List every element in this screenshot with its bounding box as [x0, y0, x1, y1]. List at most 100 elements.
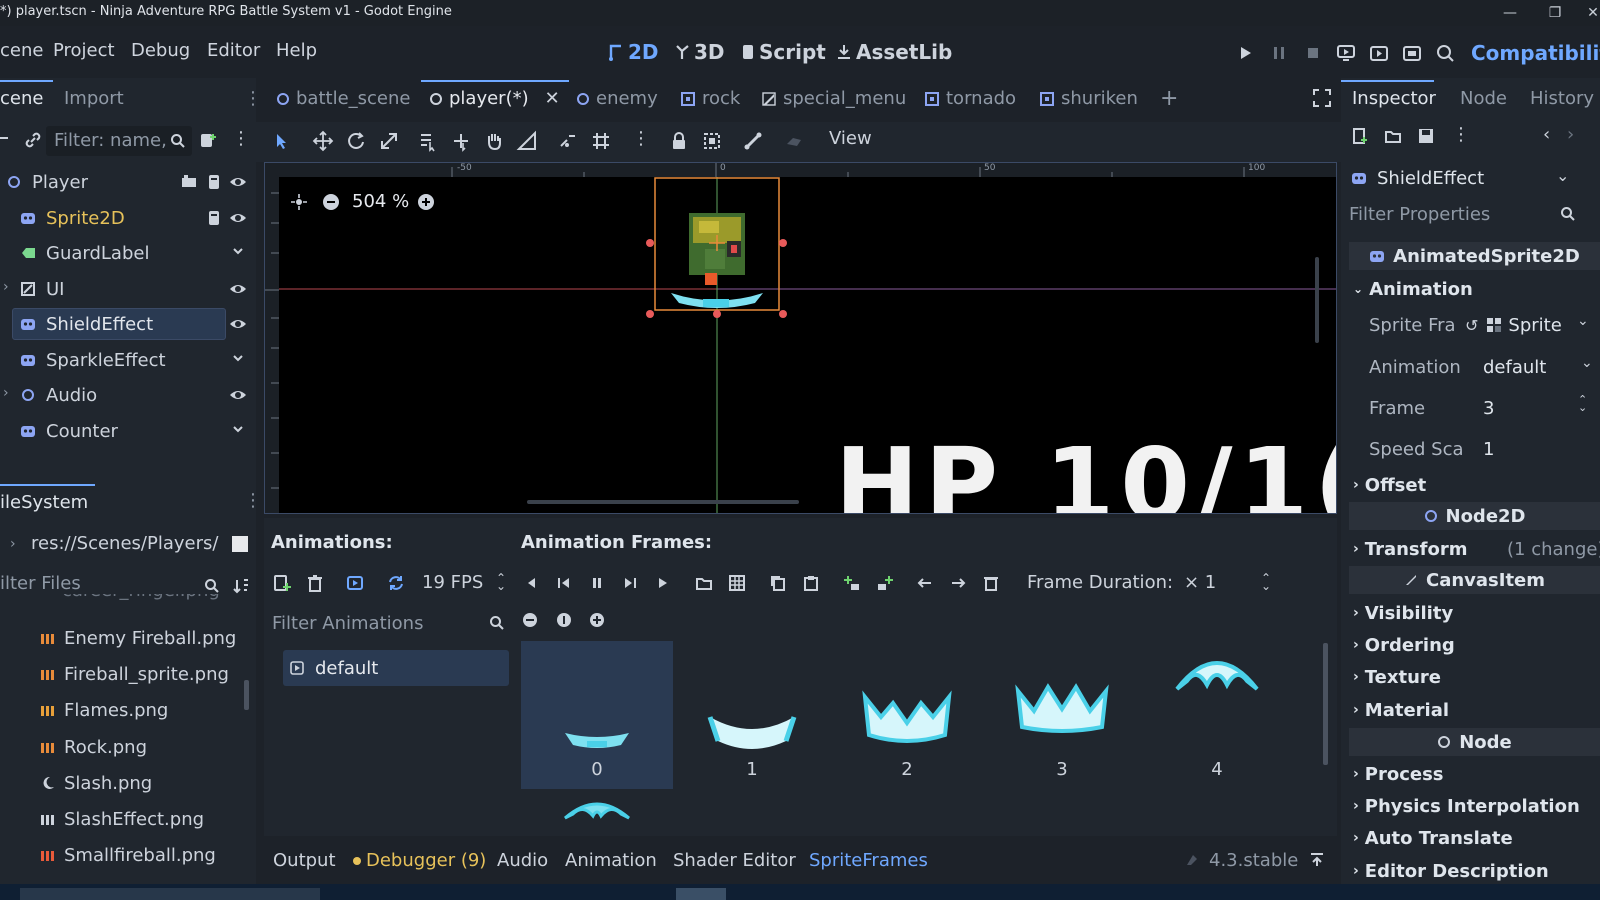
menu-debug[interactable]: Debug	[131, 40, 190, 61]
visibility-eye-icon[interactable]	[229, 315, 247, 333]
file-item[interactable]: Smallfireball.png	[0, 837, 256, 873]
lock-icon[interactable]	[668, 130, 690, 152]
restore-icon[interactable]: ❐	[1545, 3, 1565, 23]
group-icon[interactable]	[701, 130, 723, 152]
inspector-group[interactable]: › Visibility	[1349, 598, 1600, 628]
pause-icon[interactable]	[1268, 42, 1290, 64]
frames-zoom-in-icon[interactable]	[589, 612, 605, 628]
prop-speed-scale[interactable]: Speed Scale 1	[1349, 429, 1600, 469]
frame-cell-5[interactable]	[521, 796, 673, 836]
distraction-free-icon[interactable]	[1312, 88, 1332, 108]
delete-frame-icon[interactable]	[982, 574, 1000, 592]
tree-row[interactable]: › Audio	[0, 377, 256, 413]
autoplay-icon[interactable]	[345, 573, 365, 593]
inspector-group[interactable]: › Editor Description	[1349, 856, 1600, 886]
history-back-icon[interactable]: ‹	[1543, 124, 1550, 145]
scene-tab[interactable]: enemy	[576, 88, 658, 109]
zoom-level[interactable]: 504 %	[352, 191, 409, 212]
group-transform[interactable]: › Transform (1 change)	[1349, 534, 1600, 564]
frame-duration-field[interactable]: × 1	[1184, 572, 1216, 593]
taskbar-indicator[interactable]	[676, 888, 726, 900]
group-animation[interactable]: ⌄ Animation	[1349, 274, 1600, 304]
workspace-3d-button[interactable]: 3D	[674, 40, 725, 64]
select-tool-icon[interactable]	[271, 130, 293, 152]
close-window-icon[interactable]: ✕	[1583, 3, 1600, 23]
grid-snap-icon[interactable]	[590, 130, 612, 152]
move-tool-icon[interactable]	[312, 130, 334, 152]
path-chevron-icon[interactable]: ›	[10, 536, 16, 552]
animation-item-default[interactable]: default	[283, 650, 509, 686]
minimize-icon[interactable]: —	[1500, 3, 1520, 23]
zoom-in-icon[interactable]	[417, 193, 435, 211]
prop-animation-value[interactable]: default	[1483, 357, 1546, 378]
file-item[interactable]: Rock.png	[0, 729, 256, 765]
expand-panel-icon[interactable]	[1308, 850, 1326, 868]
smart-snap-icon[interactable]	[557, 130, 579, 152]
inspector-group[interactable]: › Ordering	[1349, 630, 1600, 660]
scene-tab[interactable]: shuriken	[1039, 88, 1138, 109]
remote-debug-icon[interactable]	[1335, 42, 1357, 64]
frames-zoom-reset-icon[interactable]	[556, 612, 572, 628]
prop-sprite-frames-chevron-icon[interactable]: ⌄	[1577, 313, 1589, 329]
expand-arrow-icon[interactable]: ›	[3, 279, 9, 295]
menu-scene[interactable]: cene	[0, 40, 43, 61]
scene-tab[interactable]: battle_scene	[276, 88, 410, 109]
workspace-assetlib-button[interactable]: AssetLib	[836, 40, 952, 64]
inspector-group[interactable]: › Texture	[1349, 662, 1600, 692]
tab-shader-editor[interactable]: Shader Editor	[673, 850, 796, 871]
loop-icon[interactable]	[386, 573, 406, 593]
tree-row[interactable]: ShieldEffect	[0, 306, 256, 342]
play-animation-icon[interactable]	[655, 575, 671, 591]
play-custom-icon[interactable]	[1401, 42, 1423, 64]
filesystem-menu-icon[interactable]: ⋮	[244, 490, 262, 511]
paste-frame-icon[interactable]	[802, 574, 820, 592]
menu-help[interactable]: Help	[276, 40, 317, 61]
play-icon[interactable]	[1234, 42, 1256, 64]
revert-icon[interactable]: ↺	[1465, 316, 1478, 335]
scene-tab[interactable]: player(*) ✕	[429, 88, 560, 109]
prop-speed-scale-value[interactable]: 1	[1483, 439, 1494, 460]
group-offset[interactable]: › Offset	[1349, 470, 1600, 500]
save-resource-icon[interactable]	[1417, 127, 1435, 145]
next-frame-icon[interactable]	[622, 575, 638, 591]
visibility-eye-icon[interactable]	[229, 280, 247, 298]
delete-animation-icon[interactable]	[305, 573, 325, 593]
filter-animations-input[interactable]: Filter Animations	[272, 613, 423, 634]
prev-frame-icon[interactable]	[556, 575, 572, 591]
fps-stepper-icon[interactable]: ⌃ ⌄	[496, 572, 506, 592]
expand-chevron-icon[interactable]	[231, 422, 249, 440]
tab-scene[interactable]: cene	[0, 88, 43, 109]
menu-project[interactable]: Project	[53, 40, 115, 61]
scene-filter-input[interactable]: Filter: name,	[46, 126, 192, 156]
movie-maker-icon[interactable]	[1434, 42, 1456, 64]
menu-editor[interactable]: Editor	[207, 40, 260, 61]
bone-icon[interactable]	[742, 130, 764, 152]
tab-import[interactable]: Import	[64, 88, 124, 109]
frame-cell-4[interactable]: 4	[1141, 641, 1293, 789]
inspector-group[interactable]: › Process	[1349, 759, 1600, 789]
tree-row[interactable]: Counter	[0, 413, 256, 449]
pause-animation-icon[interactable]	[589, 575, 605, 591]
prop-frame-value[interactable]: 3	[1483, 398, 1494, 419]
view-menu[interactable]: View	[829, 128, 872, 149]
tab-animation[interactable]: Animation	[565, 850, 657, 871]
filter-properties-input[interactable]: Filter Properties	[1349, 200, 1549, 230]
add-node-icon[interactable]	[0, 137, 8, 139]
tab-history[interactable]: History	[1530, 88, 1594, 109]
prop-animation-chevron-icon[interactable]: ⌄	[1581, 355, 1593, 371]
prop-frame-stepper-icon[interactable]: ⌃ ⌄	[1578, 394, 1587, 413]
renderer-selector[interactable]: Compatibility	[1471, 41, 1600, 65]
tree-row[interactable]: Sprite2D	[0, 200, 256, 236]
pivot-tool-icon[interactable]	[450, 130, 472, 152]
sprite-sheet-icon[interactable]	[728, 574, 746, 592]
file-item[interactable]: Fireball_sprite.png	[0, 656, 256, 692]
new-scene-tab-icon[interactable]: +	[1160, 86, 1178, 111]
center-view-icon[interactable]	[290, 193, 308, 211]
expand-chevron-icon[interactable]	[231, 351, 249, 369]
file-item[interactable]: SlashEffect.png	[0, 801, 256, 837]
tab-node[interactable]: Node	[1460, 88, 1507, 109]
script-icon[interactable]	[206, 209, 224, 227]
move-left-icon[interactable]	[916, 574, 934, 592]
frame-cell-2[interactable]: 2	[831, 641, 983, 789]
snap-options-icon[interactable]: ⋮	[632, 128, 650, 149]
